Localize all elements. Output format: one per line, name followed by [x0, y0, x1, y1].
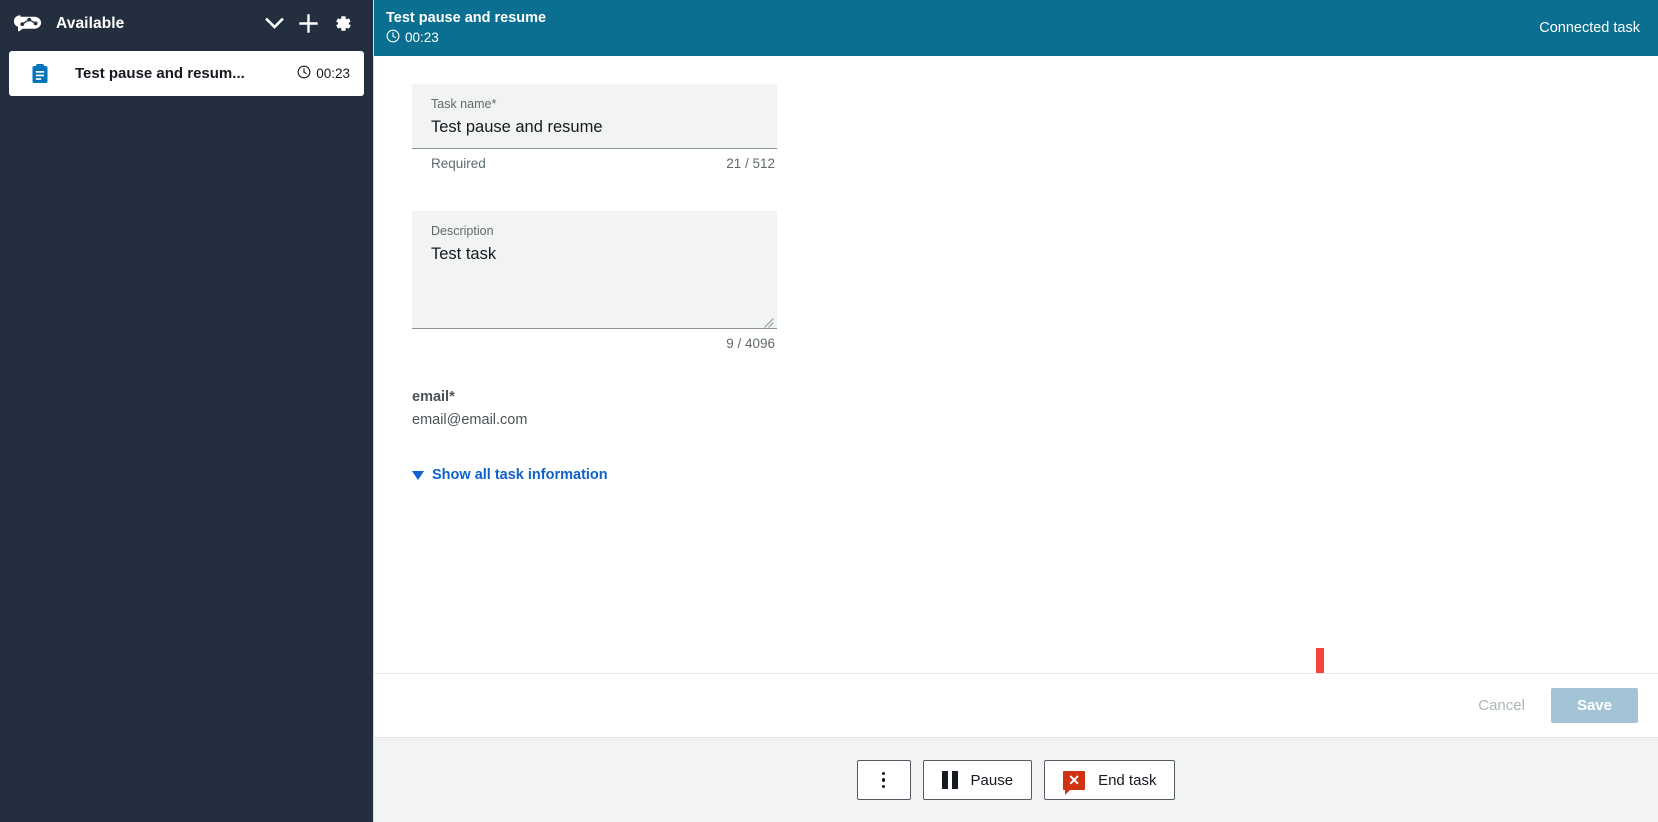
plus-icon[interactable] [291, 7, 325, 41]
show-all-task-information-label: Show all task information [432, 467, 608, 483]
description-field-group: Description Test task 9 / 4096 [412, 211, 777, 351]
show-all-task-information-link[interactable]: Show all task information [412, 467, 608, 483]
list-item[interactable]: Test pause and resum... 00:23 [9, 51, 364, 96]
vertical-ellipsis-icon [881, 771, 886, 789]
email-value: email@email.com [412, 412, 528, 428]
task-header: Test pause and resume 00:23 Connected ta… [374, 0, 1658, 56]
task-title: Test pause and resume [386, 9, 547, 26]
contact-timer-value: 00:23 [316, 66, 350, 81]
task-name-value: Test pause and resume [431, 118, 603, 136]
caret-down-icon [412, 470, 424, 480]
cancel-button[interactable]: Cancel [1468, 691, 1535, 720]
task-name-input[interactable]: Task name* Test pause and resume [412, 84, 777, 149]
task-clipboard-icon [31, 63, 53, 84]
agent-status-label[interactable]: Available [56, 15, 124, 33]
description-value: Test task [431, 245, 497, 263]
task-name-helper-row: Required 21 / 512 [412, 149, 777, 171]
task-timer: 00:23 [386, 29, 546, 47]
ccp-application: Available Test pause and resum... 00:23 … [0, 0, 1658, 822]
red-down-arrow-annotation [1316, 648, 1324, 673]
pause-icon [941, 771, 958, 789]
resize-handle-icon[interactable] [764, 315, 774, 328]
task-header-info: Test pause and resume 00:23 [386, 10, 546, 47]
description-label: Description [431, 224, 494, 238]
task-name-required-hint: Required [431, 156, 486, 171]
connection-status-label: Connected task [1539, 20, 1640, 36]
sidebar-header: Available [0, 0, 373, 47]
email-label: email* [412, 389, 455, 405]
clock-icon [297, 65, 311, 82]
end-task-x-icon: ✕ [1063, 770, 1086, 795]
contact-list: Test pause and resum... 00:23 [0, 47, 373, 96]
email-attribute-group: email* email@email.com [412, 387, 1658, 431]
end-task-button[interactable]: ✕ End task [1044, 760, 1176, 800]
contact-timer: 00:23 [297, 65, 350, 82]
task-name-char-counter: 21 / 512 [726, 156, 775, 171]
task-name-label: Task name* [431, 97, 497, 111]
task-pane: Test pause and resume 00:23 Connected ta… [373, 0, 1658, 822]
description-input[interactable]: Description Test task [412, 211, 777, 329]
contact-name: Test pause and resum... [75, 65, 245, 82]
end-task-button-label: End task [1098, 771, 1157, 789]
task-timer-value: 00:23 [405, 29, 439, 45]
form-action-bar: Cancel Save [374, 673, 1658, 737]
clock-icon [386, 29, 400, 47]
amazon-connect-cloud-icon [12, 11, 42, 37]
contact-control-bar: Pause ✕ End task [374, 737, 1658, 822]
ccp-sidebar: Available Test pause and resum... 00:23 [0, 0, 373, 822]
gear-icon[interactable] [325, 7, 359, 41]
pause-button-label: Pause [970, 771, 1014, 789]
description-char-counter: 9 / 4096 [726, 336, 775, 351]
task-form-body: Task name* Test pause and resume Require… [374, 56, 1658, 673]
save-button[interactable]: Save [1550, 688, 1638, 723]
more-options-button[interactable] [856, 760, 911, 800]
task-name-field-group: Task name* Test pause and resume Require… [412, 84, 777, 171]
chevron-down-icon[interactable] [257, 7, 291, 41]
pause-button[interactable]: Pause [922, 760, 1033, 800]
